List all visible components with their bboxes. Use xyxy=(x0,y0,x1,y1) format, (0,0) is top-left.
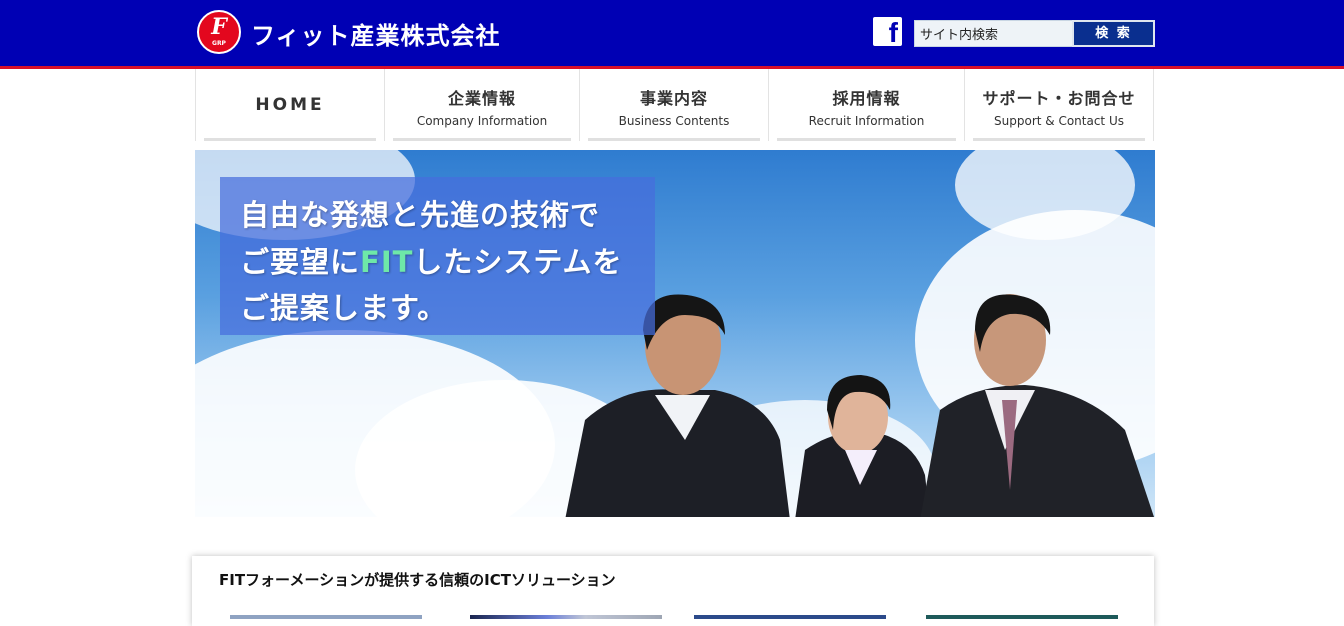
hero-banner: 自由な発想と先進の技術で ご要望にFITしたシステムを ご提案します。 xyxy=(195,150,1155,517)
nav-recruit-sub: Recruit Information xyxy=(808,114,925,128)
global-nav: HOME 企業情報 Company Information 事業内容 Busin… xyxy=(195,69,1155,141)
search-button[interactable]: 検 索 xyxy=(1072,20,1155,47)
solution-thumbnail[interactable] xyxy=(470,615,662,619)
hero-fit-highlight: FIT xyxy=(360,245,414,279)
nav-business[interactable]: 事業内容 Business Contents xyxy=(580,69,769,141)
nav-underline xyxy=(777,138,956,141)
nav-business-sub: Business Contents xyxy=(618,114,730,128)
nav-underline xyxy=(588,138,760,141)
nav-underline xyxy=(973,138,1145,141)
nav-business-label: 事業内容 xyxy=(639,89,708,108)
nav-company-sub: Company Information xyxy=(416,114,548,128)
logo-sub: GRP xyxy=(212,40,226,47)
nav-company[interactable]: 企業情報 Company Information xyxy=(385,69,580,141)
nav-recruit[interactable]: 採用情報 Recruit Information xyxy=(769,69,965,141)
nav-underline xyxy=(204,138,376,141)
solution-thumbnail[interactable] xyxy=(694,615,886,619)
facebook-icon[interactable]: f xyxy=(873,17,902,48)
solution-thumbnail[interactable] xyxy=(926,615,1118,619)
nav-support[interactable]: サポート・お問合せ Support & Contact Us xyxy=(965,69,1154,141)
nav-underline xyxy=(393,138,571,141)
hero-line-2-post: したシステムを xyxy=(413,245,623,279)
solutions-section: FITフォーメーションが提供する信頼のICTソリューション xyxy=(192,556,1154,626)
hero-tagline-box: 自由な発想と先進の技術で ご要望にFITしたシステムを ご提案します。 xyxy=(220,177,655,335)
hero-line-2-pre: ご要望に xyxy=(240,245,361,279)
company-logo[interactable]: F GRP xyxy=(197,10,241,54)
nav-home-label: HOME xyxy=(255,95,325,115)
company-name[interactable]: フィット産業株式会社 xyxy=(251,16,501,51)
nav-support-label: サポート・お問合せ xyxy=(982,89,1136,108)
hero-line-2: ご要望にFITしたシステムを xyxy=(240,239,623,281)
hero-line-3: ご提案します。 xyxy=(240,291,448,325)
site-search-input[interactable] xyxy=(914,20,1074,47)
nav-support-sub: Support & Contact Us xyxy=(994,114,1124,128)
solution-thumbnail[interactable] xyxy=(230,615,422,619)
nav-home[interactable]: HOME xyxy=(195,69,385,141)
logo-mark: F xyxy=(211,14,227,40)
hero-line-1: 自由な発想と先進の技術で xyxy=(240,198,601,232)
nav-recruit-label: 採用情報 xyxy=(832,89,901,108)
section-title: FITフォーメーションが提供する信頼のICTソリューション xyxy=(219,571,616,589)
nav-company-label: 企業情報 xyxy=(447,89,516,108)
